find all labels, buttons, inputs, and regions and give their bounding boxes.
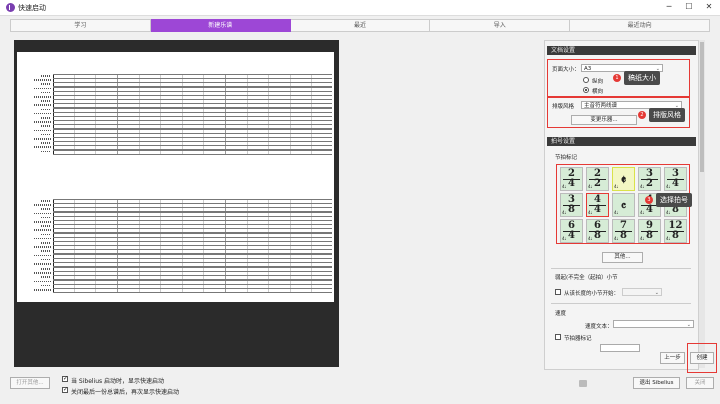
staff-label <box>34 146 51 148</box>
divider <box>551 268 691 269</box>
time-signature-label: 节拍标记 <box>555 155 578 161</box>
tab-new-score[interactable]: 新建乐谱 <box>150 19 291 32</box>
exit-sibelius-button[interactable]: 退出 Sibelius <box>633 377 680 389</box>
staff-label <box>34 246 51 248</box>
annotation-number-1: 1 <box>613 74 621 82</box>
staff-label <box>41 142 51 144</box>
close-icon[interactable]: ✕ <box>700 1 718 13</box>
chevron-down-icon: ⌄ <box>686 322 691 328</box>
staff-label <box>41 150 51 153</box>
show-on-startup-label: 当 Sibelius 启动时，显示快速启动 <box>71 378 165 385</box>
staff-label <box>34 204 51 206</box>
staff-label <box>41 108 51 111</box>
staff-label <box>41 284 51 287</box>
pickup-length-select[interactable]: ⌄ <box>622 288 662 296</box>
staff-label <box>34 79 51 81</box>
staff-label <box>34 96 51 98</box>
staff-label <box>41 200 51 202</box>
staff-label <box>41 268 51 270</box>
staff-label <box>41 125 51 127</box>
staff-label <box>34 87 51 90</box>
time-signature-header: 拍号设置 <box>547 137 696 146</box>
staff-label <box>41 250 51 252</box>
settings-scrollbar[interactable] <box>699 40 705 368</box>
metronome-select[interactable] <box>600 344 640 352</box>
tempo-text-label: 速度文本： <box>585 324 613 330</box>
tab-recent[interactable]: 最近 <box>290 19 431 32</box>
staff-label <box>41 100 51 102</box>
show-after-close-checkbox[interactable] <box>62 386 68 393</box>
staff-label <box>34 104 51 106</box>
staff-label <box>34 121 51 123</box>
staff-label <box>34 254 51 257</box>
other-time-signature-button[interactable]: 其他... <box>602 252 643 263</box>
tempo-label: 速度 <box>555 311 567 317</box>
document-setup-header: 文档设置 <box>547 46 696 55</box>
tab-learn[interactable]: 学习 <box>10 19 151 32</box>
close-button[interactable]: 关闭 <box>686 377 714 389</box>
staff-label <box>41 75 51 77</box>
staff-label <box>41 208 51 210</box>
staff-label <box>34 212 51 215</box>
staff-label <box>41 276 51 278</box>
staff-label <box>41 233 51 236</box>
annotation-house-style: 排版风格 <box>649 108 685 122</box>
previous-button[interactable]: 上一步 <box>660 352 685 364</box>
staff-label <box>41 242 51 244</box>
sibelius-app-icon <box>6 3 15 12</box>
pickup-checkbox-label: 从该长度的小节开始： <box>564 291 620 297</box>
annotation-number-3: 3 <box>645 196 653 204</box>
annotation-paper-size: 稿纸大小 <box>624 71 660 85</box>
staff-label <box>34 221 51 223</box>
staff-line <box>53 288 332 293</box>
staff-line <box>53 149 332 155</box>
annotation-number-2: 2 <box>638 111 646 119</box>
staff-label <box>41 91 51 94</box>
staff-label <box>41 258 51 261</box>
staff-label <box>41 83 51 85</box>
staff-label <box>34 272 51 274</box>
tab-bar: 学习 新建乐谱 最近 导入 最近动向 <box>10 19 710 32</box>
show-on-startup-checkbox[interactable] <box>62 375 68 382</box>
pickup-checkbox[interactable] <box>555 289 561 295</box>
staff-label <box>34 280 51 283</box>
tab-import[interactable]: 导入 <box>430 19 571 32</box>
progress-icon <box>579 380 587 387</box>
minimize-icon[interactable]: ─ <box>660 1 678 13</box>
staff-label <box>34 112 51 115</box>
staff-label <box>34 129 51 132</box>
title-bar: 快速启动 ─ ☐ ✕ <box>0 0 720 16</box>
staff-label <box>34 229 51 231</box>
staff-label <box>34 263 51 265</box>
staff-label <box>34 138 51 140</box>
staff-label <box>41 216 51 219</box>
score-paper-preview <box>17 52 334 302</box>
staff-label <box>34 237 51 240</box>
create-button[interactable]: 创建 <box>690 352 714 364</box>
staff-label <box>41 117 51 119</box>
staff-label <box>41 225 51 227</box>
annotation-select-time-signature: 选择拍号 <box>656 193 692 207</box>
chevron-down-icon: ⌄ <box>654 290 659 296</box>
tab-latest-news[interactable]: 最近动向 <box>570 19 710 32</box>
tempo-text-select[interactable]: ⌄ <box>613 320 694 328</box>
metronome-checkbox[interactable] <box>555 334 561 340</box>
metronome-label: 节拍器标记 <box>564 336 592 342</box>
open-other-button[interactable]: 打开其他... <box>10 377 50 389</box>
scrollbar-thumb[interactable] <box>700 42 704 172</box>
show-after-close-label: 关闭最后一份总谱后，再次显示快速启动 <box>71 389 180 396</box>
maximize-icon[interactable]: ☐ <box>680 1 698 13</box>
divider <box>551 303 691 304</box>
pickup-bar-label: 弱起(不完全（起拍）小节 <box>555 275 618 281</box>
window-title: 快速启动 <box>18 4 46 12</box>
staff-label <box>41 133 51 136</box>
staff-label <box>34 289 51 291</box>
